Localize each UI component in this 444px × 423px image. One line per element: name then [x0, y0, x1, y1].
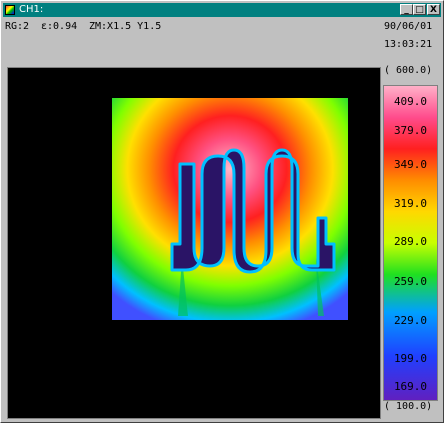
- scale-max-label: ( 600.0): [384, 65, 433, 76]
- scale-tick: 379.0: [393, 124, 428, 137]
- scale-tick: 409.0: [393, 95, 428, 108]
- thermal-viewer-window: CH1: _ □ X RG:2 ε:0.94 ZM:X1.5 Y1.5 90/0…: [0, 0, 444, 423]
- scale-tick: 289.0: [393, 235, 428, 248]
- scale-tick: 229.0: [393, 314, 428, 327]
- scale-min-label: ( 100.0): [384, 401, 433, 412]
- close-button[interactable]: X: [427, 4, 440, 15]
- minimize-button[interactable]: _: [400, 4, 413, 15]
- scale-tick: 199.0: [393, 352, 428, 365]
- scale-tick: 169.0: [393, 380, 428, 393]
- scale-tick: 259.0: [393, 275, 428, 288]
- scale-tick: 349.0: [393, 158, 428, 171]
- thermal-image: [112, 98, 348, 320]
- app-icon[interactable]: [5, 5, 15, 15]
- maximize-button[interactable]: □: [413, 4, 426, 15]
- color-scale-bar: 409.0 379.0 349.0 319.0 289.0 259.0 229.…: [383, 85, 438, 401]
- date-readout: 90/06/01: [384, 21, 433, 32]
- range-readout: RG:2: [5, 21, 30, 32]
- time-readout: 13:03:21: [384, 39, 433, 50]
- scale-tick: 319.0: [393, 197, 428, 210]
- zoom-readout: ZM:X1.5 Y1.5: [89, 21, 162, 32]
- thermal-image-viewport[interactable]: [7, 67, 381, 419]
- emissivity-readout: ε:0.94: [41, 21, 78, 32]
- window-title: CH1:: [19, 4, 44, 15]
- title-bar[interactable]: CH1: _ □ X: [3, 3, 441, 17]
